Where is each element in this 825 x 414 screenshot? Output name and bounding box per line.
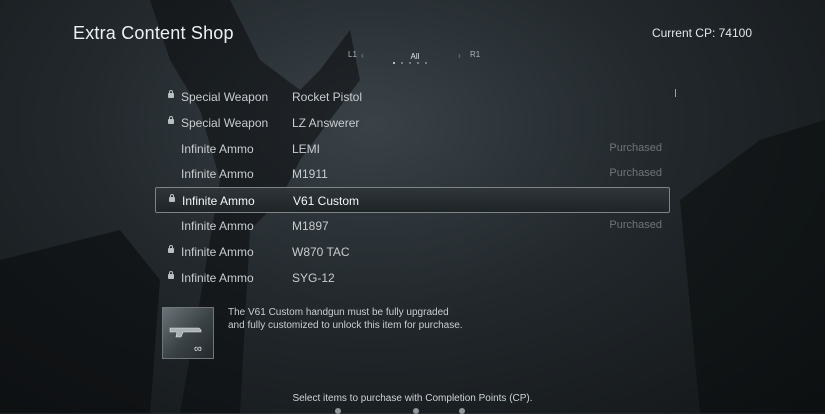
- item-category: Infinite Ammo: [181, 167, 254, 182]
- tab-page-indicator: [393, 62, 427, 64]
- item-category: Infinite Ammo: [181, 270, 254, 285]
- item-description-panel: ∞ The V61 Custom handgun must be fully u…: [162, 305, 662, 361]
- page-dot: [401, 62, 403, 64]
- page-dot: [409, 62, 411, 64]
- current-cp-label: Current CP: 74100: [651, 26, 752, 40]
- shop-item-list: Special Weapon Rocket Pistol Special Wea…: [155, 84, 670, 290]
- item-name: LEMI: [292, 141, 321, 156]
- item-name: V61 Custom: [293, 194, 360, 209]
- item-status: Purchased: [609, 218, 662, 231]
- tab-all[interactable]: All: [400, 52, 430, 61]
- item-name: M1911: [292, 167, 328, 182]
- shop-item-row[interactable]: Infinite Ammo LEMI Purchased: [155, 136, 670, 162]
- l1-button-hint[interactable]: L1: [348, 50, 357, 59]
- item-category: Infinite Ammo: [181, 244, 254, 259]
- tab-right-arrow-icon[interactable]: ›: [458, 51, 461, 60]
- footer-instruction: Select items to purchase with Completion…: [292, 393, 533, 404]
- page-dot: [425, 62, 427, 64]
- shop-item-row[interactable]: Infinite Ammo M1911 Purchased: [155, 161, 670, 187]
- item-name: LZ Answerer: [292, 115, 360, 130]
- item-name: SYG-12: [292, 270, 335, 285]
- shop-item-row[interactable]: Infinite Ammo SYG-12: [155, 265, 670, 291]
- footer-button-hints: [335, 408, 475, 414]
- item-name: M1897: [292, 218, 329, 233]
- page-title: Extra Content Shop: [73, 23, 234, 43]
- button-hint-icon: [459, 408, 465, 414]
- item-description-text: The V61 Custom handgun must be fully upg…: [228, 307, 463, 331]
- item-category: Infinite Ammo: [182, 194, 255, 209]
- shop-item-row-selected[interactable]: Infinite Ammo V61 Custom: [155, 187, 670, 213]
- shop-item-row[interactable]: Special Weapon Rocket Pistol: [155, 84, 670, 110]
- handgun-infinite-icon: [169, 327, 202, 338]
- lock-icon: [168, 115, 174, 124]
- item-name: W870 TAC: [292, 244, 350, 259]
- lock-icon: [168, 270, 174, 279]
- item-category: Special Weapon: [181, 90, 269, 104]
- item-category: Infinite Ammo: [181, 141, 254, 156]
- shop-item-row[interactable]: Infinite Ammo W870 TAC: [155, 239, 670, 265]
- lock-icon: [168, 244, 174, 253]
- shop-item-row[interactable]: Infinite Ammo M1897 Purchased: [155, 213, 670, 239]
- lock-icon: [168, 90, 174, 98]
- button-hint-icon: [335, 408, 341, 414]
- item-category: Infinite Ammo: [181, 218, 254, 233]
- button-hint-icon: [413, 408, 419, 414]
- category-tabs: L1 ‹ All › R1: [340, 49, 490, 69]
- item-category: Special Weapon: [181, 115, 269, 130]
- item-name: Rocket Pistol: [292, 90, 363, 104]
- r1-button-hint[interactable]: R1: [470, 50, 480, 59]
- item-thumbnail: ∞: [162, 307, 214, 359]
- list-scrollbar[interactable]: [675, 89, 676, 97]
- item-status: Purchased: [609, 141, 662, 154]
- lock-icon: [169, 194, 175, 203]
- shop-item-row[interactable]: Special Weapon LZ Answerer: [155, 110, 670, 136]
- page-dot: [417, 62, 419, 64]
- tab-left-arrow-icon[interactable]: ‹: [361, 51, 364, 60]
- infinity-icon: ∞: [194, 343, 202, 355]
- page-dot: [393, 62, 395, 64]
- item-status: Purchased: [609, 167, 662, 180]
